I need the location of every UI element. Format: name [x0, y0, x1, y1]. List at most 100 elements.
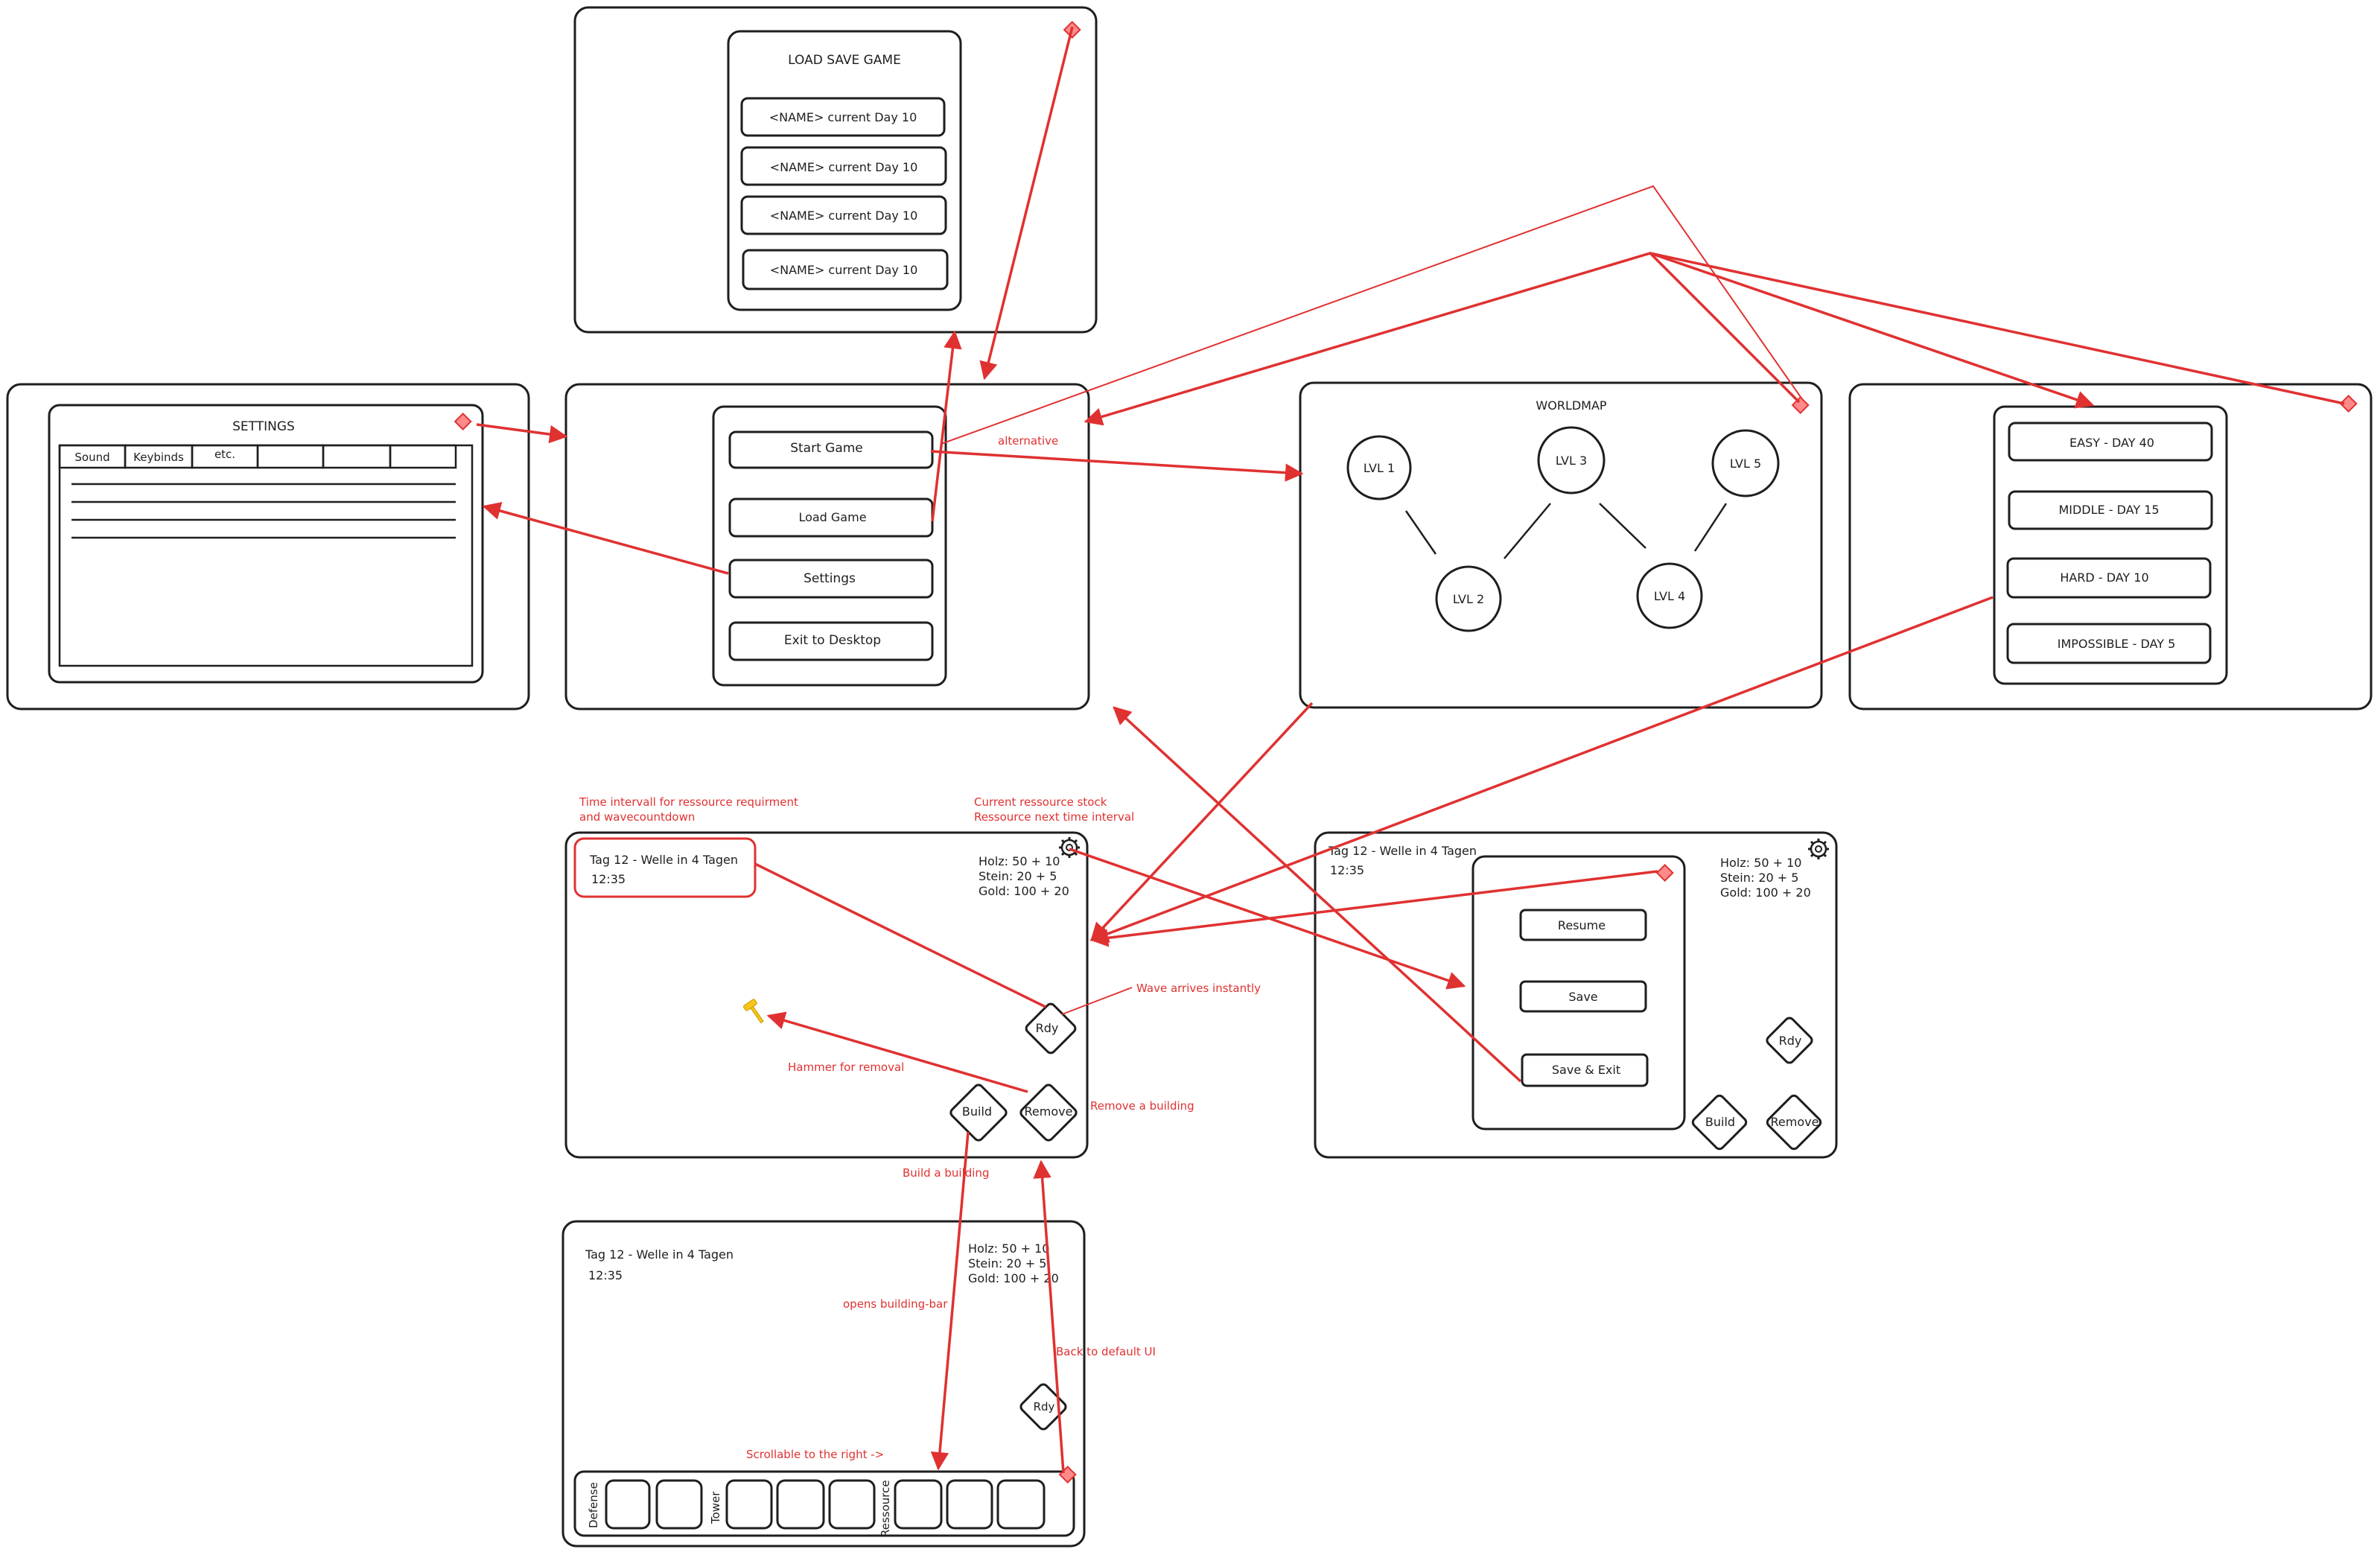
gear-icon[interactable] — [1808, 839, 1829, 859]
button-label: Save & Exit — [1552, 1063, 1620, 1077]
save-slot[interactable]: <NAME> current Day 10 — [740, 97, 946, 137]
save-slot[interactable]: <NAME> current Day 10 — [740, 195, 947, 235]
note-time-interval: Time intervall for ressource requirment — [579, 795, 798, 809]
difficulty-easy-button[interactable]: EASY - DAY 40 — [2008, 422, 2213, 462]
button-label: MIDDLE - DAY 15 — [2058, 503, 2159, 517]
note-hammer: Hammer for removal — [788, 1060, 904, 1074]
tab-keybinds[interactable]: Keybinds — [124, 444, 194, 469]
build-button[interactable]: Build — [949, 1083, 1008, 1142]
button-label: Load Game — [798, 510, 866, 524]
button-label: Exit to Desktop — [784, 633, 881, 648]
settings-button[interactable]: Settings — [728, 559, 934, 599]
remove-button[interactable]: Remove — [1766, 1094, 1822, 1151]
resource-wood: Holz: 50 + 10 — [1720, 856, 1801, 870]
level-connector — [1504, 503, 1551, 559]
save-slot-label: <NAME> current Day 10 — [769, 110, 917, 124]
hammer-icon — [743, 999, 764, 1024]
load-save-screen: LOAD SAVE GAME <NAME> current Day 10 <NA… — [573, 6, 1098, 334]
difficulty-middle-button[interactable]: MIDDLE - DAY 15 — [2008, 490, 2213, 530]
tab-label: etc. — [214, 448, 235, 461]
building-slot[interactable] — [725, 1479, 773, 1530]
flow-arrows — [476, 26, 2345, 1474]
tab-etc[interactable]: etc. — [191, 444, 259, 469]
resource-gold: Gold: 100 + 20 — [968, 1271, 1059, 1285]
building-slot[interactable] — [776, 1479, 825, 1530]
button-label: IMPOSSIBLE - DAY 5 — [2058, 637, 2176, 651]
close-diamond-icon[interactable] — [454, 412, 472, 431]
game-hud-screen: Tag 12 - Welle in 4 Tagen 12:35 Holz: 50… — [564, 831, 1089, 1159]
button-label: Settings — [804, 571, 856, 586]
settings-screen: SETTINGS Sound Keybinds etc. — [6, 383, 530, 710]
save-slot-label: <NAME> current Day 10 — [770, 209, 918, 223]
level-label: LVL 3 — [1556, 454, 1587, 468]
level-label: LVL 1 — [1364, 461, 1395, 475]
category-ressource: Ressource — [879, 1480, 892, 1537]
note-opens-bar: opens building-bar — [843, 1297, 948, 1311]
build-button[interactable]: Build — [1691, 1094, 1748, 1151]
tab-empty[interactable] — [389, 444, 457, 469]
ready-button[interactable]: Rdy — [1025, 1002, 1078, 1055]
arrow-wave-instantly — [1061, 987, 1133, 1015]
arrow-difficulty-game — [1089, 596, 1994, 943]
arrow-start-worldmap — [930, 450, 1304, 482]
building-slot[interactable] — [655, 1479, 703, 1530]
exit-to-desktop-button[interactable]: Exit to Desktop — [728, 621, 934, 661]
note-resource-stock: Current ressource stock — [974, 795, 1107, 809]
button-label: Remove — [1771, 1115, 1819, 1129]
wireframe-diagram: LOAD SAVE GAME <NAME> current Day 10 <NA… — [6, 6, 2373, 1548]
close-diamond-icon[interactable] — [1655, 863, 1674, 883]
resource-stone: Stein: 20 + 5 — [979, 869, 1057, 883]
clock-label: 12:35 — [588, 1268, 623, 1282]
tab-label: Sound — [74, 451, 109, 464]
load-game-button[interactable]: Load Game — [728, 497, 934, 538]
button-label: HARD - DAY 10 — [2060, 570, 2148, 585]
arrow-gear-pause — [1069, 848, 1466, 990]
level-node-3[interactable]: LVL 3 — [1537, 426, 1606, 495]
button-label: Rdy — [1779, 1034, 1802, 1048]
level-node-2[interactable]: LVL 2 — [1435, 565, 1502, 632]
start-game-button[interactable]: Start Game — [728, 430, 934, 469]
remove-button[interactable]: Remove — [1019, 1083, 1078, 1142]
building-slot[interactable] — [946, 1479, 993, 1530]
note-alternative: alternative — [998, 434, 1058, 448]
arrow-settings — [482, 502, 729, 575]
building-slot[interactable] — [828, 1479, 876, 1530]
settings-content-area — [58, 444, 474, 667]
save-button[interactable]: Save — [1519, 980, 1647, 1013]
note-wave-arrives: Wave arrives instantly — [1136, 982, 1261, 995]
save-slot[interactable]: <NAME> current Day 10 — [740, 146, 947, 186]
difficulty-screen: EASY - DAY 40 MIDDLE - DAY 15 HARD - DAY… — [1848, 383, 2373, 710]
ready-button[interactable]: Rdy — [1765, 1016, 1813, 1064]
clock-label: 12:35 — [591, 872, 626, 886]
resource-wood: Holz: 50 + 10 — [968, 1241, 1049, 1256]
arrow-settings-back — [476, 423, 568, 444]
difficulty-impossible-button[interactable]: IMPOSSIBLE - DAY 5 — [2006, 623, 2212, 664]
tab-sound[interactable]: Sound — [58, 444, 127, 469]
gear-icon[interactable] — [1059, 837, 1080, 858]
note-time-interval: and wavecountdown — [579, 810, 695, 824]
arrow-load-back — [979, 26, 1074, 381]
tab-empty[interactable] — [322, 444, 392, 469]
level-node-1[interactable]: LVL 1 — [1346, 435, 1412, 500]
building-slot[interactable] — [605, 1479, 651, 1530]
note-build-building: Build a building — [903, 1166, 989, 1180]
clock-label: 12:35 — [1330, 863, 1364, 877]
resource-gold: Gold: 100 + 20 — [1720, 885, 1811, 900]
tab-empty[interactable] — [256, 444, 325, 469]
day-wave-label: Tag 12 - Welle in 4 Tagen — [1328, 844, 1477, 858]
save-slot-label: <NAME> current Day 10 — [770, 160, 918, 174]
building-slot[interactable] — [996, 1479, 1046, 1530]
resource-stone: Stein: 20 + 5 — [968, 1256, 1046, 1271]
save-exit-button[interactable]: Save & Exit — [1521, 1053, 1649, 1087]
level-label: LVL 2 — [1453, 592, 1484, 606]
main-menu-screen: Start Game Load Game Settings Exit to De… — [564, 383, 1090, 710]
tab-label: Keybinds — [133, 451, 184, 464]
level-node-5[interactable]: LVL 5 — [1711, 429, 1780, 497]
difficulty-hard-button[interactable]: HARD - DAY 10 — [2006, 557, 2212, 599]
button-label: EASY - DAY 40 — [2069, 436, 2154, 450]
level-node-4[interactable]: LVL 4 — [1636, 562, 1703, 629]
building-slot[interactable] — [894, 1479, 943, 1530]
resume-button[interactable]: Resume — [1519, 909, 1647, 941]
diagram-canvas: LOAD SAVE GAME <NAME> current Day 10 <NA… — [0, 0, 2380, 1555]
save-slot[interactable]: <NAME> current Day 10 — [742, 249, 949, 290]
